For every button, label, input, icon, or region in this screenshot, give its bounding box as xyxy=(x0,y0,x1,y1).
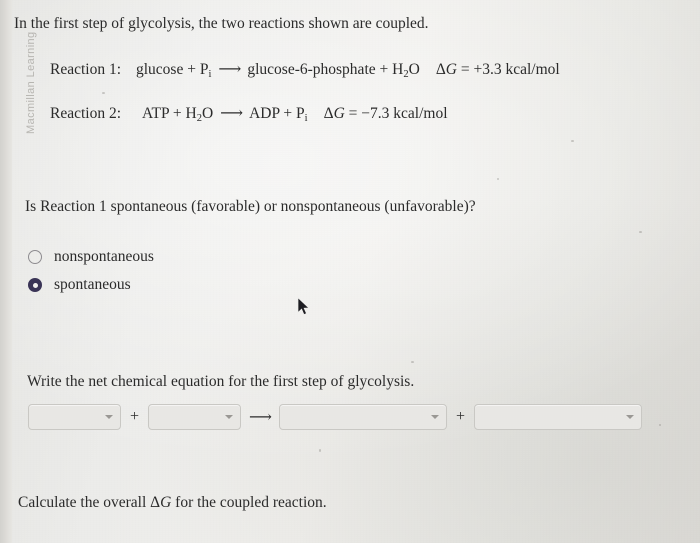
product-1-dropdown[interactable] xyxy=(278,404,447,430)
reactant-2-dropdown[interactable] xyxy=(148,404,242,430)
reaction-1-delta-g: ΔG = +3.3 kcal/mol xyxy=(436,59,560,80)
reaction-1-plus-right: + xyxy=(379,61,389,78)
net-equation-prompt: Write the net chemical equation for the … xyxy=(27,373,415,390)
reaction-2-product-phosphate: Pi xyxy=(296,105,308,124)
chevron-down-icon[interactable] xyxy=(430,415,439,419)
calculate-delta-g-prompt: Calculate the overall ΔG for the coupled… xyxy=(18,494,327,512)
reaction-2-row: Reaction 2: ATP + H2O ⟶ ADP + Pi ΔG = −7.3 k… xyxy=(50,103,448,124)
reaction-2-reactant-atp: ATP xyxy=(142,105,169,122)
net-equation-builder: + ⟶ + xyxy=(28,403,642,431)
radio-option-spontaneous[interactable]: spontaneous xyxy=(28,272,154,298)
reaction-2-plus-right: + xyxy=(283,105,293,122)
spontaneity-question-prompt: Is Reaction 1 spontaneous (favorable) or… xyxy=(25,198,476,215)
radio-label-nonspontaneous: nonspontaneous xyxy=(54,248,154,265)
reaction-1-product-g6p: glucose-6-phosphate xyxy=(247,61,376,78)
reaction-2-arrow-icon: ⟶ xyxy=(220,105,243,122)
phosphate-subscript: i xyxy=(304,112,308,124)
chevron-down-icon[interactable] xyxy=(626,415,634,419)
reaction-2-product-adp: ADP xyxy=(249,105,280,122)
chevron-down-icon[interactable] xyxy=(225,415,234,419)
water-h: H xyxy=(392,61,404,78)
net-equation-plus-1: + xyxy=(130,408,140,425)
delta-symbol: Δ xyxy=(435,61,446,78)
mouse-pointer-icon xyxy=(297,297,310,316)
delta-symbol: Δ xyxy=(323,105,334,122)
net-equation-plus-2: + xyxy=(455,408,465,425)
calculate-prompt-before: Calculate the overall xyxy=(18,494,151,511)
phosphate-symbol: P xyxy=(296,105,305,122)
product-2-dropdown[interactable] xyxy=(474,404,642,430)
reaction-1-reactant-glucose: glucose xyxy=(136,61,184,78)
reaction-2-plus-left: + xyxy=(172,105,182,122)
reaction-2-delta-g-value: −7.3 kcal/mol xyxy=(361,105,448,122)
reaction-2-equation: ATP + H2O ⟶ ADP + Pi xyxy=(142,103,308,124)
radio-selected-icon[interactable] xyxy=(28,278,42,292)
water-h: H xyxy=(185,105,197,122)
reaction-2-reactant-water: H2O xyxy=(185,105,214,124)
radio-label-spontaneous: spontaneous xyxy=(54,276,131,293)
question-intro-text: In the first step of glycolysis, the two… xyxy=(14,15,429,32)
question-content: In the first step of glycolysis, the two… xyxy=(0,0,700,543)
g-symbol: G xyxy=(445,61,457,78)
delta-symbol: Δ xyxy=(150,494,161,511)
water-o: O xyxy=(201,105,214,122)
spontaneity-radio-group: nonspontaneous spontaneous xyxy=(28,244,154,300)
radio-unselected-icon[interactable] xyxy=(28,250,42,264)
reaction-1-plus-left: + xyxy=(187,61,196,78)
reaction-1-reactant-phosphate: Pi xyxy=(200,61,212,80)
reaction-1-delta-g-value: +3.3 kcal/mol xyxy=(473,61,560,78)
equals-sign: = xyxy=(460,61,470,78)
equals-sign: = xyxy=(348,105,358,122)
reaction-2-delta-g: ΔG = −7.3 kcal/mol xyxy=(324,103,448,124)
chevron-down-icon[interactable] xyxy=(105,415,113,419)
reaction-1-arrow-icon: ⟶ xyxy=(218,61,241,78)
reaction-1-product-water: H2O xyxy=(392,61,420,80)
water-o: O xyxy=(408,61,420,78)
radio-option-nonspontaneous[interactable]: nonspontaneous xyxy=(28,244,154,270)
reaction-1-row: Reaction 1: glucose + Pi ⟶ glucose-6-phosph… xyxy=(50,59,560,80)
g-symbol: G xyxy=(160,494,172,511)
reaction-1-label: Reaction 1: xyxy=(50,61,122,78)
net-equation-arrow-icon: ⟶ xyxy=(249,409,272,426)
reaction-2-label: Reaction 2: xyxy=(50,105,122,122)
reactant-1-dropdown[interactable] xyxy=(28,404,121,430)
calculate-prompt-after: for the coupled reaction. xyxy=(171,494,327,511)
g-symbol: G xyxy=(333,105,345,122)
reaction-1-equation: glucose + Pi ⟶ glucose-6-phosphate + H2O xyxy=(136,59,420,80)
